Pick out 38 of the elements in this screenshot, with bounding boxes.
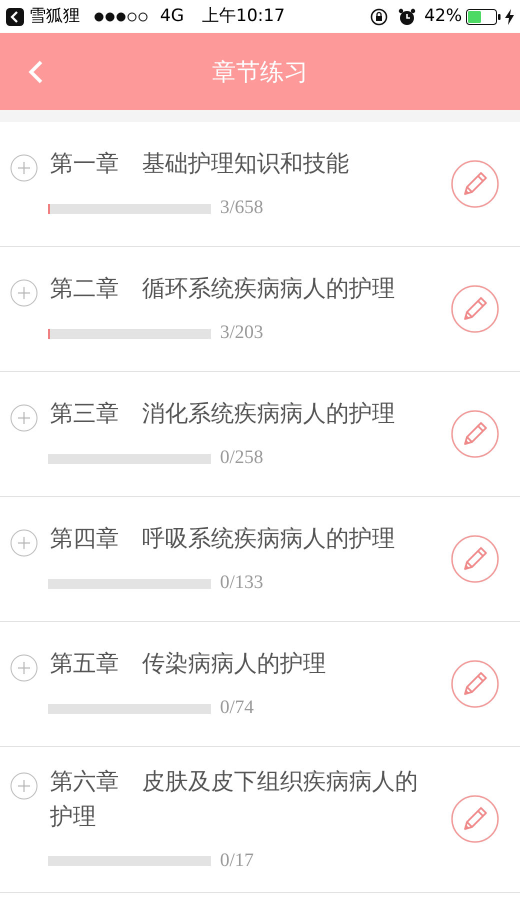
question-count: 0/17 <box>220 849 254 873</box>
expand-icon[interactable] <box>10 404 38 432</box>
back-app-icon[interactable] <box>6 8 24 26</box>
page-title: 章节练习 <box>212 56 308 88</box>
back-app-label[interactable]: 雪狐狸 <box>29 4 80 30</box>
chapter-row[interactable]: 第一章 基础护理知识和技能 3/658 <box>0 122 520 247</box>
chapter-title: 第一章 基础护理知识和技能 <box>50 150 350 180</box>
expand-icon[interactable] <box>10 279 38 308</box>
clock-time: 上午10:17 <box>202 4 285 28</box>
question-count: 0/258 <box>220 446 264 470</box>
question-count: 3/658 <box>220 196 264 220</box>
rotation-lock-icon <box>370 8 388 26</box>
back-icon <box>28 60 44 84</box>
chapter-title: 第四章 呼吸系统疾病病人的护理 <box>50 525 396 554</box>
expand-icon[interactable] <box>10 529 38 558</box>
chapter-title: 第六章 皮肤及皮下组织疾病病人的护理 <box>50 768 419 832</box>
alarm-icon <box>398 8 416 26</box>
battery-percent: 42% <box>424 4 462 28</box>
question-count: 3/203 <box>220 321 264 346</box>
pencil-icon[interactable] <box>450 284 500 334</box>
charging-icon <box>505 8 514 24</box>
chapter-title: 第二章 循环系统疾病病人的护理 <box>50 275 396 304</box>
battery-icon <box>466 8 502 24</box>
chapter-title: 第五章 传染病病人的护理 <box>50 650 327 680</box>
question-count: 0/74 <box>220 696 254 720</box>
pencil-icon[interactable] <box>450 409 500 459</box>
chapter-title: 第三章 消化系统疾病病人的护理 <box>50 400 396 430</box>
expand-icon[interactable] <box>10 654 38 682</box>
question-count: 0/133 <box>220 571 264 596</box>
signal-icon <box>94 12 148 22</box>
expand-icon[interactable] <box>10 154 38 182</box>
chapter-row[interactable]: 第二章 循环系统疾病病人的护理 3/203 <box>0 247 520 372</box>
pencil-icon[interactable] <box>450 159 500 209</box>
expand-icon[interactable] <box>10 772 38 800</box>
pencil-icon[interactable] <box>450 794 500 844</box>
pencil-icon[interactable] <box>450 534 500 584</box>
pencil-icon[interactable] <box>450 659 500 709</box>
network-type: 4G <box>160 4 184 28</box>
